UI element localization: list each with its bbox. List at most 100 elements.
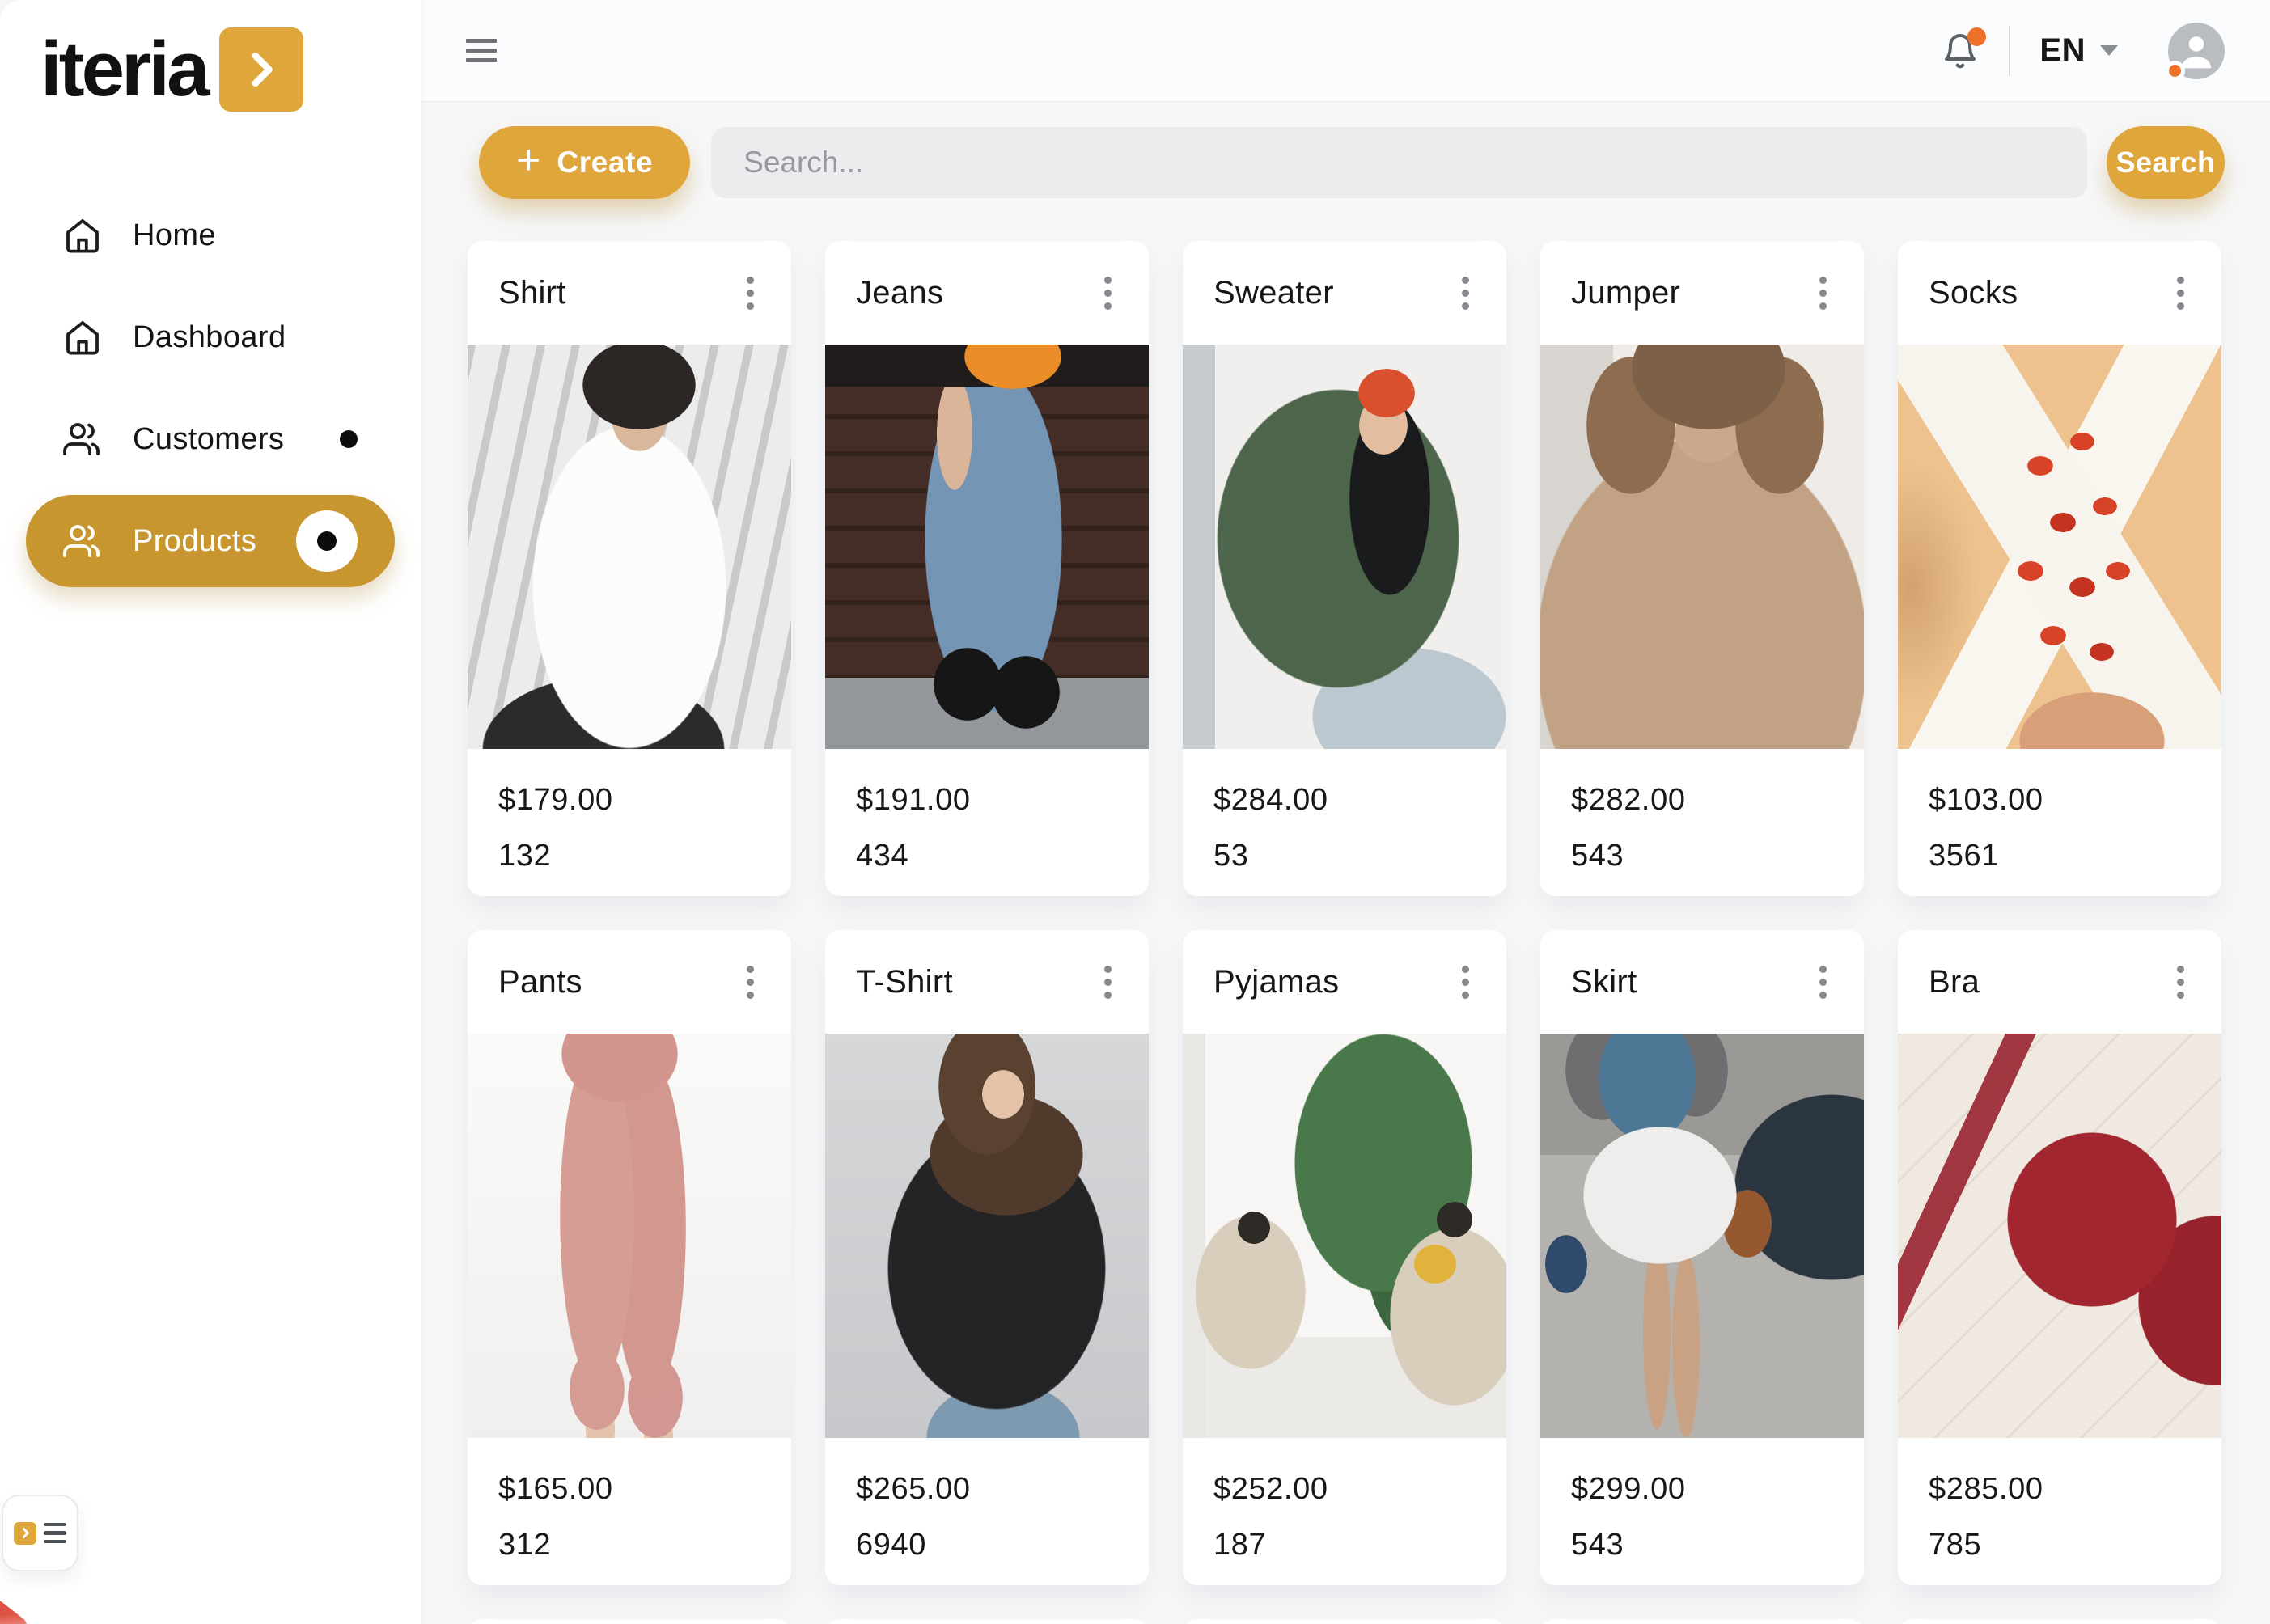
product-image: [1898, 345, 2221, 749]
product-price: $299.00: [1571, 1472, 1833, 1507]
product-image: [1183, 345, 1506, 749]
product-card-header: Socks: [1898, 241, 2221, 345]
product-count: 434: [856, 839, 1118, 873]
product-card: [825, 1619, 1149, 1624]
product-card-footer: $179.00 132: [468, 749, 791, 873]
product-card-footer: $299.00 543: [1540, 1438, 1864, 1563]
list-icon: [44, 1523, 66, 1544]
product-price: $191.00: [856, 783, 1118, 818]
product-title: Pyjamas: [1213, 964, 1339, 1000]
product-card-header: T-Shirt: [825, 930, 1149, 1034]
product-count: 785: [1929, 1528, 2191, 1563]
product-card-header: Shirt: [468, 241, 791, 345]
product-price: $285.00: [1929, 1472, 2191, 1507]
product-price: $103.00: [1929, 783, 2191, 818]
product-card-header: Skirt: [1540, 930, 1864, 1034]
sidebar-item-customers[interactable]: Customers: [26, 393, 395, 485]
chevron-right-icon: [219, 27, 303, 112]
product-card-footer: $252.00 187: [1183, 1438, 1506, 1563]
product-image: [1183, 1034, 1506, 1438]
bell-icon: [1941, 61, 1980, 74]
product-card: Pyjamas $252.00 187: [1183, 930, 1506, 1585]
sidebar-collapse-button[interactable]: [2, 1495, 78, 1571]
kebab-menu-icon[interactable]: [740, 959, 760, 1005]
product-card: Jumper $282.00 543: [1540, 241, 1864, 896]
product-title: Shirt: [498, 275, 566, 311]
product-title: Skirt: [1571, 964, 1637, 1000]
plus-icon: +: [516, 139, 540, 181]
product-card-header: Bra: [1898, 930, 2221, 1034]
kebab-menu-icon[interactable]: [2170, 270, 2191, 316]
create-button[interactable]: + Create: [479, 126, 690, 199]
product-title: Jumper: [1571, 275, 1680, 311]
sidebar-item-label: Dashboard: [133, 320, 286, 355]
sidebar-nav: Home Dashboard Customers Products: [0, 189, 421, 587]
language-code: EN: [2039, 32, 2086, 69]
product-card: Shirt $179.00 132: [468, 241, 791, 896]
product-title: Pants: [498, 964, 582, 1000]
sidebar-item-label: Customers: [133, 422, 284, 457]
product-title: T-Shirt: [856, 964, 953, 1000]
product-image: [825, 345, 1149, 749]
product-card-footer: $165.00 312: [468, 1438, 791, 1563]
home-icon: [63, 216, 102, 255]
sidebar-item-products[interactable]: Products: [26, 495, 395, 587]
sidebar-item-dashboard[interactable]: Dashboard: [26, 291, 395, 383]
product-card: Skirt $299.00 543: [1540, 930, 1864, 1585]
product-card-footer: $282.00 543: [1540, 749, 1864, 873]
product-card-header: Sweater: [1183, 241, 1506, 345]
product-title: Socks: [1929, 275, 2018, 311]
product-price: $282.00: [1571, 783, 1833, 818]
search-input[interactable]: [711, 127, 2087, 198]
product-image: [1540, 345, 1864, 749]
kebab-menu-icon[interactable]: [1813, 270, 1833, 316]
product-price: $284.00: [1213, 783, 1476, 818]
product-title: Bra: [1929, 964, 1980, 1000]
kebab-menu-icon[interactable]: [1455, 270, 1476, 316]
product-card: [1898, 1619, 2221, 1624]
product-card-header: Jeans: [825, 241, 1149, 345]
product-card: T-Shirt $265.00 6940: [825, 930, 1149, 1585]
product-card-header: Pyjamas: [1183, 930, 1506, 1034]
product-image: [1540, 1034, 1864, 1438]
topbar: EN: [421, 0, 2270, 102]
main-area: EN + Create Search Shirt: [421, 0, 2270, 1624]
topbar-divider: [2009, 26, 2010, 76]
kebab-menu-icon[interactable]: [2170, 959, 2191, 1005]
hamburger-menu-icon[interactable]: [466, 39, 497, 62]
notifications-button[interactable]: [1941, 31, 1980, 71]
kebab-menu-icon[interactable]: [740, 270, 760, 316]
product-card-header: Pants: [468, 930, 791, 1034]
kebab-menu-icon[interactable]: [1813, 959, 1833, 1005]
users-icon: [63, 420, 102, 459]
product-card: [1183, 1619, 1506, 1624]
user-avatar[interactable]: [2168, 23, 2225, 79]
product-image: [1898, 1034, 2221, 1438]
kebab-menu-icon[interactable]: [1455, 959, 1476, 1005]
sidebar-item-home[interactable]: Home: [26, 189, 395, 281]
notification-dot: [1967, 27, 1986, 46]
product-card: Jeans $191.00 434: [825, 241, 1149, 896]
product-count: 53: [1213, 839, 1476, 873]
product-card-header: Jumper: [1540, 241, 1864, 345]
language-selector[interactable]: EN: [2039, 32, 2118, 69]
chevron-right-icon: [14, 1522, 36, 1545]
kebab-menu-icon[interactable]: [1098, 959, 1118, 1005]
sidebar-item-label: Home: [133, 218, 216, 253]
app-window: iteria Home Dashboard: [0, 0, 2270, 1624]
product-price: $252.00: [1213, 1472, 1476, 1507]
kebab-menu-icon[interactable]: [1098, 270, 1118, 316]
product-card: [1540, 1619, 1864, 1624]
product-card-footer: $191.00 434: [825, 749, 1149, 873]
brand-logo[interactable]: iteria: [0, 0, 421, 112]
search-button[interactable]: Search: [2107, 126, 2225, 199]
product-title: Jeans: [856, 275, 943, 311]
product-count: 6940: [856, 1528, 1118, 1563]
status-dot: [2165, 61, 2185, 81]
home-icon: [63, 318, 102, 357]
product-count: 543: [1571, 1528, 1833, 1563]
product-card: Bra $285.00 785: [1898, 930, 2221, 1585]
brand-logo-text: iteria: [40, 31, 206, 108]
product-count: 3561: [1929, 839, 2191, 873]
product-count: 312: [498, 1528, 760, 1563]
